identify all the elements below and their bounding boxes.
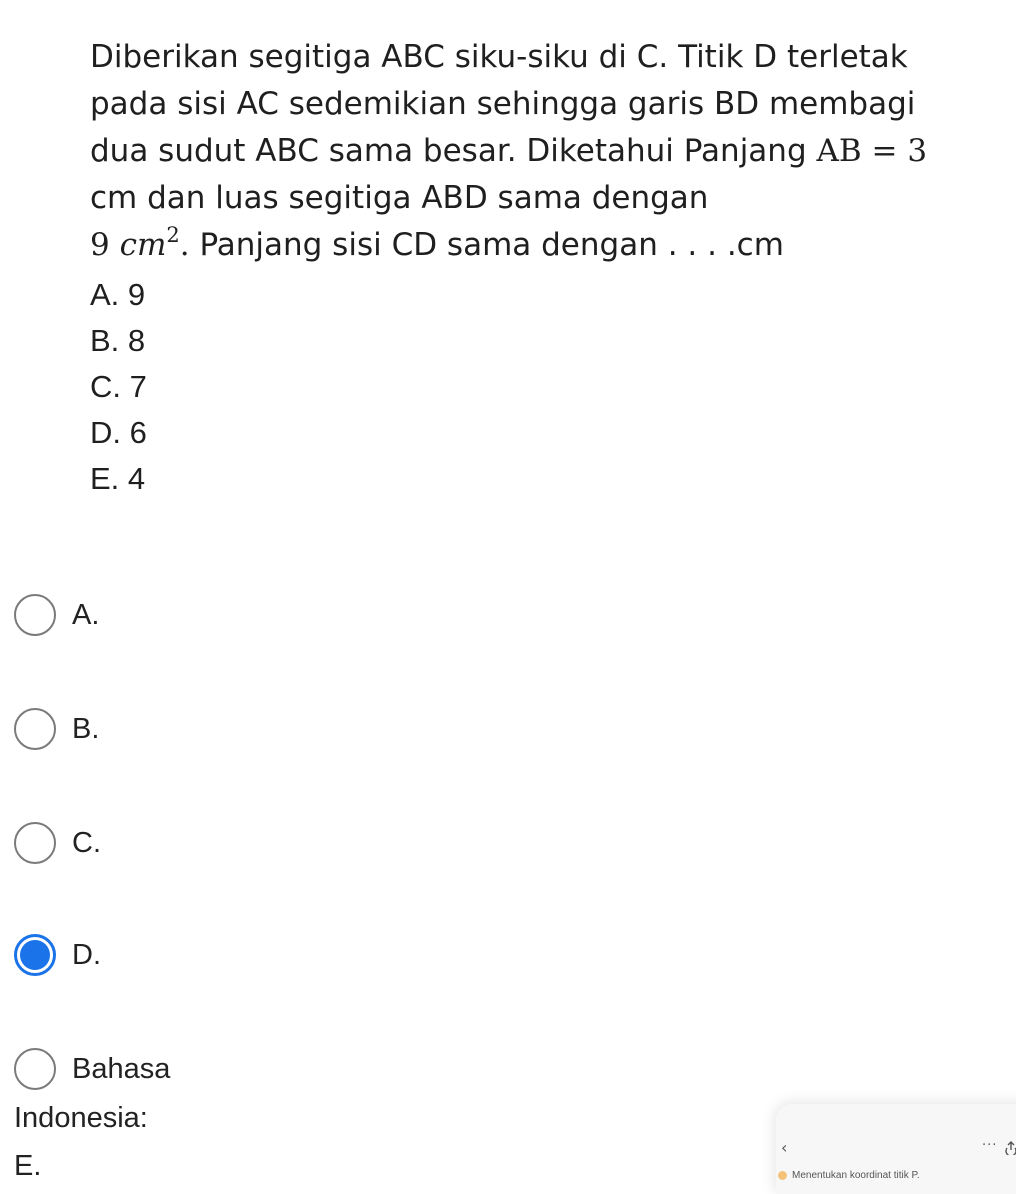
share-icon[interactable] — [1004, 1141, 1016, 1155]
math-area-value: 9 — [90, 227, 110, 263]
radio-label: A. — [72, 598, 100, 631]
radio-button[interactable] — [14, 594, 56, 636]
radio-option-b[interactable]: B. — [14, 708, 99, 750]
math-area-exponent: 2 — [166, 223, 180, 247]
radio-button[interactable] — [14, 822, 56, 864]
radio-label: D. — [72, 938, 101, 971]
panel-item-label: Menentukan koordinat titik P. — [792, 1170, 920, 1181]
question-line-5-text: Panjang sisi CD sama dengan . . . .cm — [189, 227, 784, 263]
radio-label: C. — [72, 826, 101, 859]
math-area-unit: cm — [119, 227, 167, 263]
question-line-5: 9 cm2. Panjang sisi CD sama dengan . . .… — [90, 222, 990, 272]
choice-e-text: E. 4 — [90, 461, 146, 496]
option-e-label: E. — [14, 1150, 42, 1182]
radio-option-bahasa[interactable]: Bahasa — [14, 1048, 170, 1090]
math-period: . — [179, 227, 190, 263]
back-chevron-icon[interactable]: ‹ — [781, 1138, 787, 1157]
radio-label: B. — [72, 712, 100, 745]
radio-button[interactable] — [14, 1048, 56, 1090]
question-line-3-text: dua sudut ABC sama besar. Diketahui Panj… — [90, 133, 817, 169]
question-line-2: pada sisi AC sedemikian sehingga garis B… — [90, 86, 916, 122]
radio-option-c[interactable]: C. — [14, 822, 101, 864]
radio-selected-dot — [20, 940, 50, 970]
radio-option-a[interactable]: A. — [14, 594, 99, 636]
question-line-1: Diberikan segitiga ABC siku-siku di C. T… — [90, 39, 908, 75]
choice-b-text: B. 8 — [90, 323, 146, 358]
more-options-icon[interactable]: ··· — [982, 1138, 997, 1153]
radio-option-d[interactable]: D. — [14, 934, 101, 976]
answer-choice-list: A. 9 B. 8 C. 7 D. 6 E. 4 — [90, 272, 990, 502]
math-ab-equation: AB = 3 — [816, 133, 928, 169]
choice-d-text: D. 6 — [90, 415, 147, 450]
floating-panel: ‹ ··· Menentukan koordinat titik P. — [776, 1104, 1016, 1194]
radio-button-selected[interactable] — [14, 934, 56, 976]
question-line-3: dua sudut ABC sama besar. Diketahui Panj… — [90, 128, 990, 175]
radio-label: Bahasa — [72, 1052, 171, 1085]
choice-a-text: A. 9 — [90, 277, 146, 312]
question-line-4: cm dan luas segitiga ABD sama dengan — [90, 180, 709, 216]
item-bullet-icon — [778, 1171, 787, 1180]
panel-list-item[interactable]: Menentukan koordinat titik P. — [778, 1170, 920, 1181]
option-label-continuation: Indonesia: — [14, 1102, 148, 1134]
radio-button[interactable] — [14, 708, 56, 750]
question-text: Diberikan segitiga ABC siku-siku di C. T… — [90, 34, 990, 502]
choice-c-text: C. 7 — [90, 369, 147, 404]
